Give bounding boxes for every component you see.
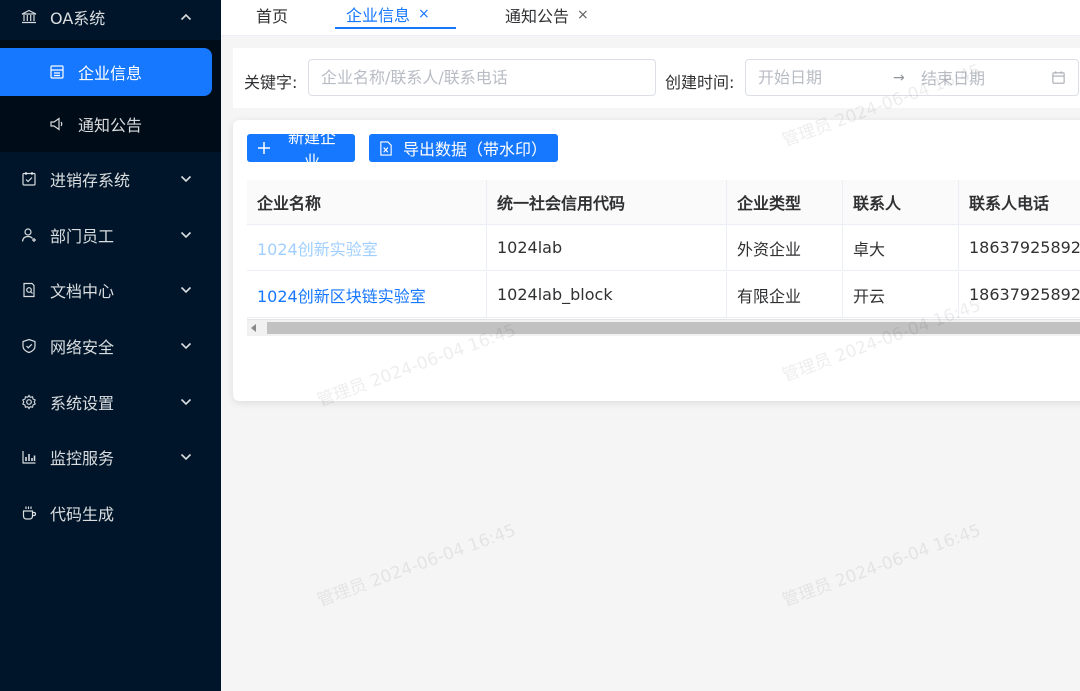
chevron-down-icon (179, 175, 193, 183)
sidebar-item-codegen[interactable]: 代码生成 (0, 489, 221, 537)
date-label: 创建时间: (665, 73, 735, 92)
horizontal-scrollbar[interactable] (247, 319, 1080, 336)
sidebar-item-label: 代码生成 (50, 505, 115, 524)
shield-icon (20, 337, 38, 355)
sidebar-item-oa-system[interactable]: OA系统 (0, 0, 221, 41)
table-header-cell: 企业类型 (727, 180, 843, 224)
sidebar-item-company-info[interactable]: 企业信息 (0, 48, 212, 96)
chevron-down-icon (179, 231, 193, 239)
file-excel-icon (379, 140, 393, 156)
coffee-icon (20, 504, 38, 522)
date-separator: → (893, 70, 905, 86)
table-header-row: 企业名称 统一社会信用代码 企业类型 联系人 联系人电话 (247, 180, 1080, 225)
table-header-cell: 联系人 (843, 180, 959, 224)
company-name-link[interactable]: 1024创新区块链实验室 (247, 272, 487, 317)
file-search-icon (20, 281, 38, 299)
keyword-input[interactable] (321, 68, 655, 87)
sidebar-item-settings[interactable]: 系统设置 (0, 378, 221, 426)
chevron-up-icon (179, 13, 193, 21)
date-range-picker[interactable]: → (745, 59, 1079, 96)
chevron-down-icon (179, 286, 193, 294)
scroll-thumb[interactable] (267, 322, 1080, 334)
sidebar-item-label: 监控服务 (50, 449, 115, 468)
start-date-input[interactable] (758, 68, 888, 87)
chevron-down-icon (179, 342, 193, 350)
scroll-left-arrow-icon[interactable] (251, 324, 256, 332)
calendar-icon[interactable] (1051, 70, 1066, 89)
table-card: 新建企业 导出数据（带水印） 企业名称 统一社会信用代码 企业类型 联系人 联系… (233, 120, 1080, 401)
table-row: 1024创新实验室 1024lab 外资企业 卓大 18637925892 (247, 225, 1080, 271)
schedule-icon (20, 170, 38, 188)
table-cell: 1024lab_block (487, 272, 727, 317)
sidebar-item-label: 企业信息 (78, 64, 143, 83)
table-header-cell: 企业名称 (247, 180, 487, 224)
table-cell: 1024lab (487, 225, 727, 270)
sidebar-item-label: 部门员工 (50, 227, 115, 246)
bar-chart-icon (20, 448, 38, 466)
close-icon[interactable]: × (577, 7, 589, 23)
bank-icon (20, 8, 38, 26)
tab-company-info[interactable]: 企业信息 × (335, 0, 456, 29)
company-name-link[interactable]: 1024创新实验室 (247, 225, 487, 270)
export-data-button[interactable]: 导出数据（带水印） (369, 134, 558, 162)
gear-icon (20, 393, 38, 411)
table-cell: 18637925892 (969, 238, 1080, 257)
tab-home[interactable]: 首页 (256, 0, 288, 29)
search-form: 关键字: 创建时间: → (233, 48, 1080, 108)
tab-label: 企业信息 (346, 5, 411, 25)
tab-notice[interactable]: 通知公告 × (505, 0, 589, 29)
tab-label: 首页 (256, 6, 289, 26)
table-cell: 开云 (843, 272, 959, 317)
button-label: 新建企业 (287, 130, 336, 171)
close-icon[interactable]: × (418, 6, 430, 22)
table-row: 1024创新区块链实验室 1024lab_block 有限企业 开云 18637… (247, 272, 1080, 318)
tab-label: 通知公告 (505, 6, 570, 26)
keyword-input-wrapper (308, 59, 656, 96)
plus-icon (257, 141, 271, 155)
sidebar-item-label: 进销存系统 (50, 171, 131, 190)
table-cell: 18637925892 (969, 285, 1080, 304)
user-icon (20, 226, 38, 244)
table-header-cell: 统一社会信用代码 (487, 180, 727, 224)
end-date-input[interactable] (921, 69, 1041, 88)
sidebar-item-security[interactable]: 网络安全 (0, 322, 221, 370)
calendar-icon (48, 63, 66, 81)
sidebar-item-label: OA系统 (50, 9, 106, 28)
chevron-down-icon (179, 398, 193, 406)
main-content: 关键字: 创建时间: → 新建企业 导出数据（带水印） (221, 36, 1080, 691)
new-company-button[interactable]: 新建企业 (247, 130, 355, 171)
sidebar-item-label: 系统设置 (50, 394, 115, 413)
tab-bar: 首页 企业信息 × 通知公告 × (221, 0, 1080, 36)
sidebar: OA系统 企业信息 通知公告 进销存系统 部门员工 文档中心 网络安全 系统设置… (0, 0, 221, 691)
watermark: 管理员 2024-06-04 16:45 (314, 520, 519, 612)
table-cell: 卓大 (843, 225, 959, 270)
watermark: 管理员 2024-06-04 16:45 (779, 520, 984, 612)
table-header-cell: 联系人电话 (969, 194, 1050, 213)
table-cell: 外资企业 (727, 225, 843, 270)
sound-icon (48, 115, 66, 133)
sidebar-item-docs[interactable]: 文档中心 (0, 266, 221, 314)
keyword-label: 关键字: (244, 73, 298, 92)
sidebar-item-label: 文档中心 (50, 282, 115, 301)
sidebar-item-notice[interactable]: 通知公告 (0, 100, 221, 148)
button-label: 导出数据（带水印） (403, 142, 548, 159)
sidebar-item-monitor[interactable]: 监控服务 (0, 433, 221, 481)
sidebar-item-department[interactable]: 部门员工 (0, 211, 221, 259)
sidebar-item-label: 网络安全 (50, 338, 115, 357)
sidebar-item-label: 通知公告 (78, 116, 143, 135)
table-cell: 有限企业 (727, 272, 843, 317)
chevron-down-icon (179, 453, 193, 461)
sidebar-item-inventory[interactable]: 进销存系统 (0, 155, 221, 203)
